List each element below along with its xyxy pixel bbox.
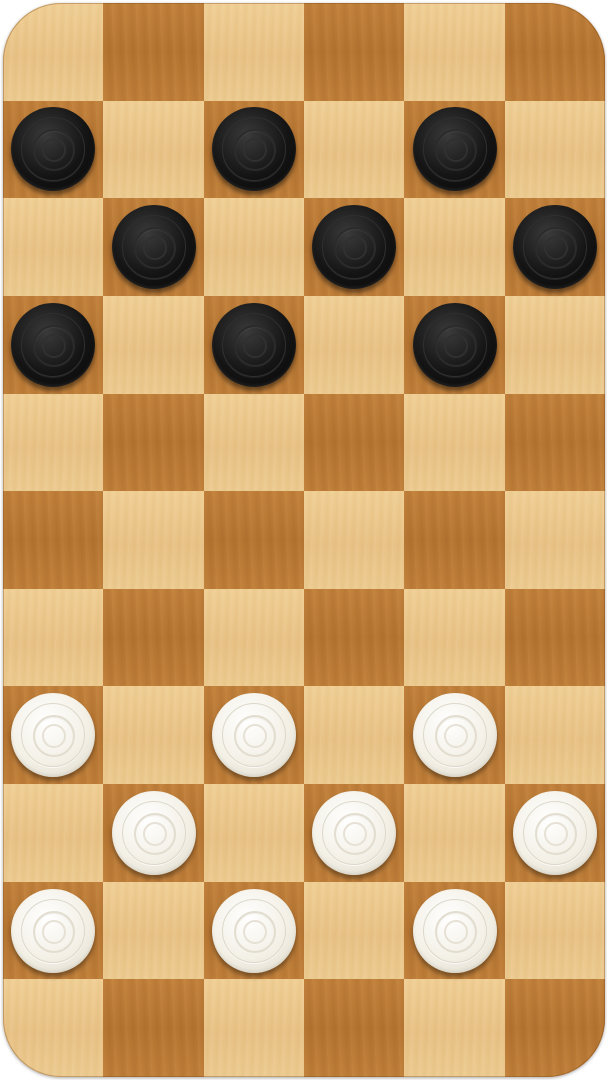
piece-ring — [434, 910, 477, 953]
piece-ring — [21, 312, 86, 377]
piece-ring — [33, 324, 76, 367]
piece-ring — [343, 821, 368, 846]
piece-ring — [422, 898, 487, 963]
white-checker-piece[interactable] — [11, 888, 96, 973]
white-checker-piece[interactable] — [211, 693, 296, 778]
piece-ring — [142, 236, 167, 261]
board-pieces — [3, 3, 605, 1077]
piece-ring — [221, 117, 286, 182]
piece-ring — [334, 812, 377, 855]
checkers-board — [3, 3, 605, 1077]
piece-ring — [242, 919, 267, 944]
piece-ring — [33, 910, 76, 953]
piece-ring — [33, 129, 76, 172]
piece-ring — [233, 129, 276, 172]
piece-ring — [221, 312, 286, 377]
black-checker-piece[interactable] — [312, 205, 397, 290]
piece-ring — [434, 715, 477, 758]
piece-ring — [121, 215, 186, 280]
piece-ring — [21, 117, 86, 182]
piece-ring — [33, 715, 76, 758]
black-checker-piece[interactable] — [412, 302, 497, 387]
black-checker-piece[interactable] — [11, 302, 96, 387]
piece-ring — [242, 333, 267, 358]
piece-ring — [434, 129, 477, 172]
piece-ring — [422, 312, 487, 377]
white-checker-piece[interactable] — [512, 790, 597, 875]
piece-ring — [443, 724, 468, 749]
piece-ring — [422, 117, 487, 182]
piece-ring — [322, 800, 387, 865]
piece-ring — [121, 800, 186, 865]
piece-ring — [534, 227, 577, 270]
piece-ring — [42, 138, 67, 163]
piece-ring — [233, 324, 276, 367]
piece-ring — [522, 800, 587, 865]
black-checker-piece[interactable] — [11, 107, 96, 192]
piece-ring — [42, 919, 67, 944]
piece-ring — [221, 703, 286, 768]
white-checker-piece[interactable] — [412, 888, 497, 973]
piece-ring — [242, 138, 267, 163]
piece-ring — [343, 236, 368, 261]
white-checker-piece[interactable] — [11, 693, 96, 778]
white-checker-piece[interactable] — [412, 693, 497, 778]
piece-ring — [42, 333, 67, 358]
piece-ring — [142, 821, 167, 846]
black-checker-piece[interactable] — [412, 107, 497, 192]
piece-ring — [322, 215, 387, 280]
black-checker-piece[interactable] — [512, 205, 597, 290]
piece-ring — [334, 227, 377, 270]
piece-ring — [221, 898, 286, 963]
piece-ring — [522, 215, 587, 280]
black-checker-piece[interactable] — [211, 107, 296, 192]
white-checker-piece[interactable] — [211, 888, 296, 973]
white-checker-piece[interactable] — [111, 790, 196, 875]
piece-ring — [133, 227, 176, 270]
piece-ring — [543, 821, 568, 846]
piece-ring — [242, 724, 267, 749]
piece-ring — [443, 333, 468, 358]
black-checker-piece[interactable] — [111, 205, 196, 290]
piece-ring — [443, 138, 468, 163]
piece-ring — [21, 703, 86, 768]
piece-ring — [233, 715, 276, 758]
piece-ring — [21, 898, 86, 963]
piece-ring — [42, 724, 67, 749]
piece-ring — [434, 324, 477, 367]
piece-ring — [422, 703, 487, 768]
piece-ring — [133, 812, 176, 855]
piece-ring — [443, 919, 468, 944]
white-checker-piece[interactable] — [312, 790, 397, 875]
piece-ring — [534, 812, 577, 855]
black-checker-piece[interactable] — [211, 302, 296, 387]
piece-ring — [233, 910, 276, 953]
piece-ring — [543, 236, 568, 261]
